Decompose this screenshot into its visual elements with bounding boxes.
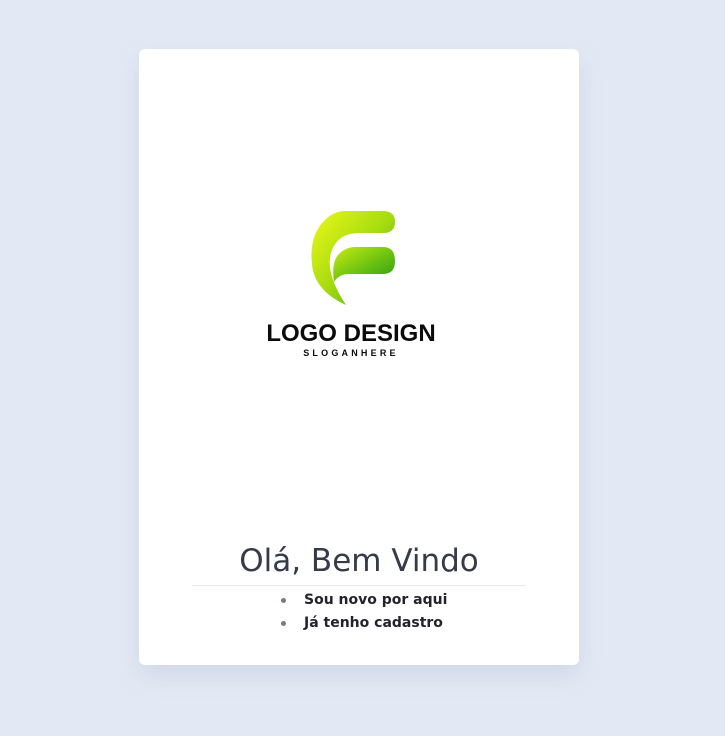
- options-list: Sou novo por aqui Já tenho cadastro: [139, 591, 579, 637]
- divider: [192, 585, 526, 586]
- welcome-card: LOGO DESIGN SLOGANHERE Olá, Bem Vindo So…: [139, 49, 579, 665]
- bullet-icon: [281, 621, 286, 626]
- logo-slogan: SLOGANHERE: [303, 348, 399, 358]
- logo-wordmark: LOGO DESIGN: [266, 320, 435, 347]
- existing-user-label: Já tenho cadastro: [304, 615, 443, 631]
- leaf-f-logo-icon: LOGO DESIGN SLOGANHERE: [266, 211, 436, 358]
- brand-logo: LOGO DESIGN SLOGANHERE: [139, 207, 579, 367]
- new-user-label: Sou novo por aqui: [304, 592, 448, 608]
- bullet-icon: [281, 598, 286, 603]
- welcome-title: Olá, Bem Vindo: [239, 543, 479, 579]
- existing-user-option[interactable]: Já tenho cadastro: [281, 614, 579, 637]
- new-user-option[interactable]: Sou novo por aqui: [281, 591, 579, 614]
